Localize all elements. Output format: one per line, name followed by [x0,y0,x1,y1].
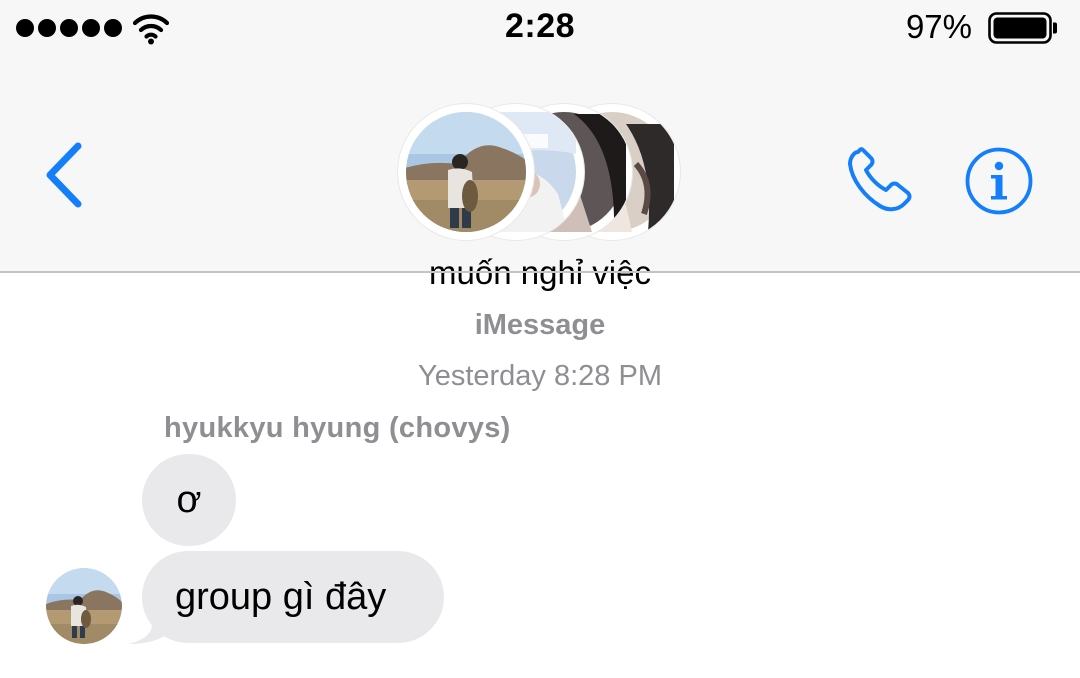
back-chevron-icon[interactable] [40,140,88,210]
status-bar: 2:28 97% [0,0,1080,54]
messages-screen: 2:28 97% muốn nghỉ việc iMessage Yesterd… [0,0,1080,678]
header-divider [0,271,1080,273]
sender-name: hyukkyu hyung (chovys) [164,412,511,444]
info-icon[interactable] [964,146,1034,216]
incoming-message-bubble[interactable]: group gì đây [142,551,444,643]
group-avatar-stack[interactable] [398,104,680,240]
conversation-header: muốn nghỉ việc [0,54,1080,291]
service-label: iMessage [474,309,606,341]
incoming-message-bubble[interactable]: ơ [142,454,236,546]
participant-avatar [398,104,534,240]
phone-icon[interactable] [844,146,916,214]
message-text: ơ [176,479,202,521]
sender-avatar[interactable] [46,568,122,644]
battery-percentage: 97% [905,8,972,45]
group-name[interactable]: muốn nghỉ việc [0,254,1080,292]
message-timestamp: Yesterday 8:28 PM [418,360,662,392]
message-text: group gì đây [175,576,387,618]
battery-icon [988,12,1057,44]
